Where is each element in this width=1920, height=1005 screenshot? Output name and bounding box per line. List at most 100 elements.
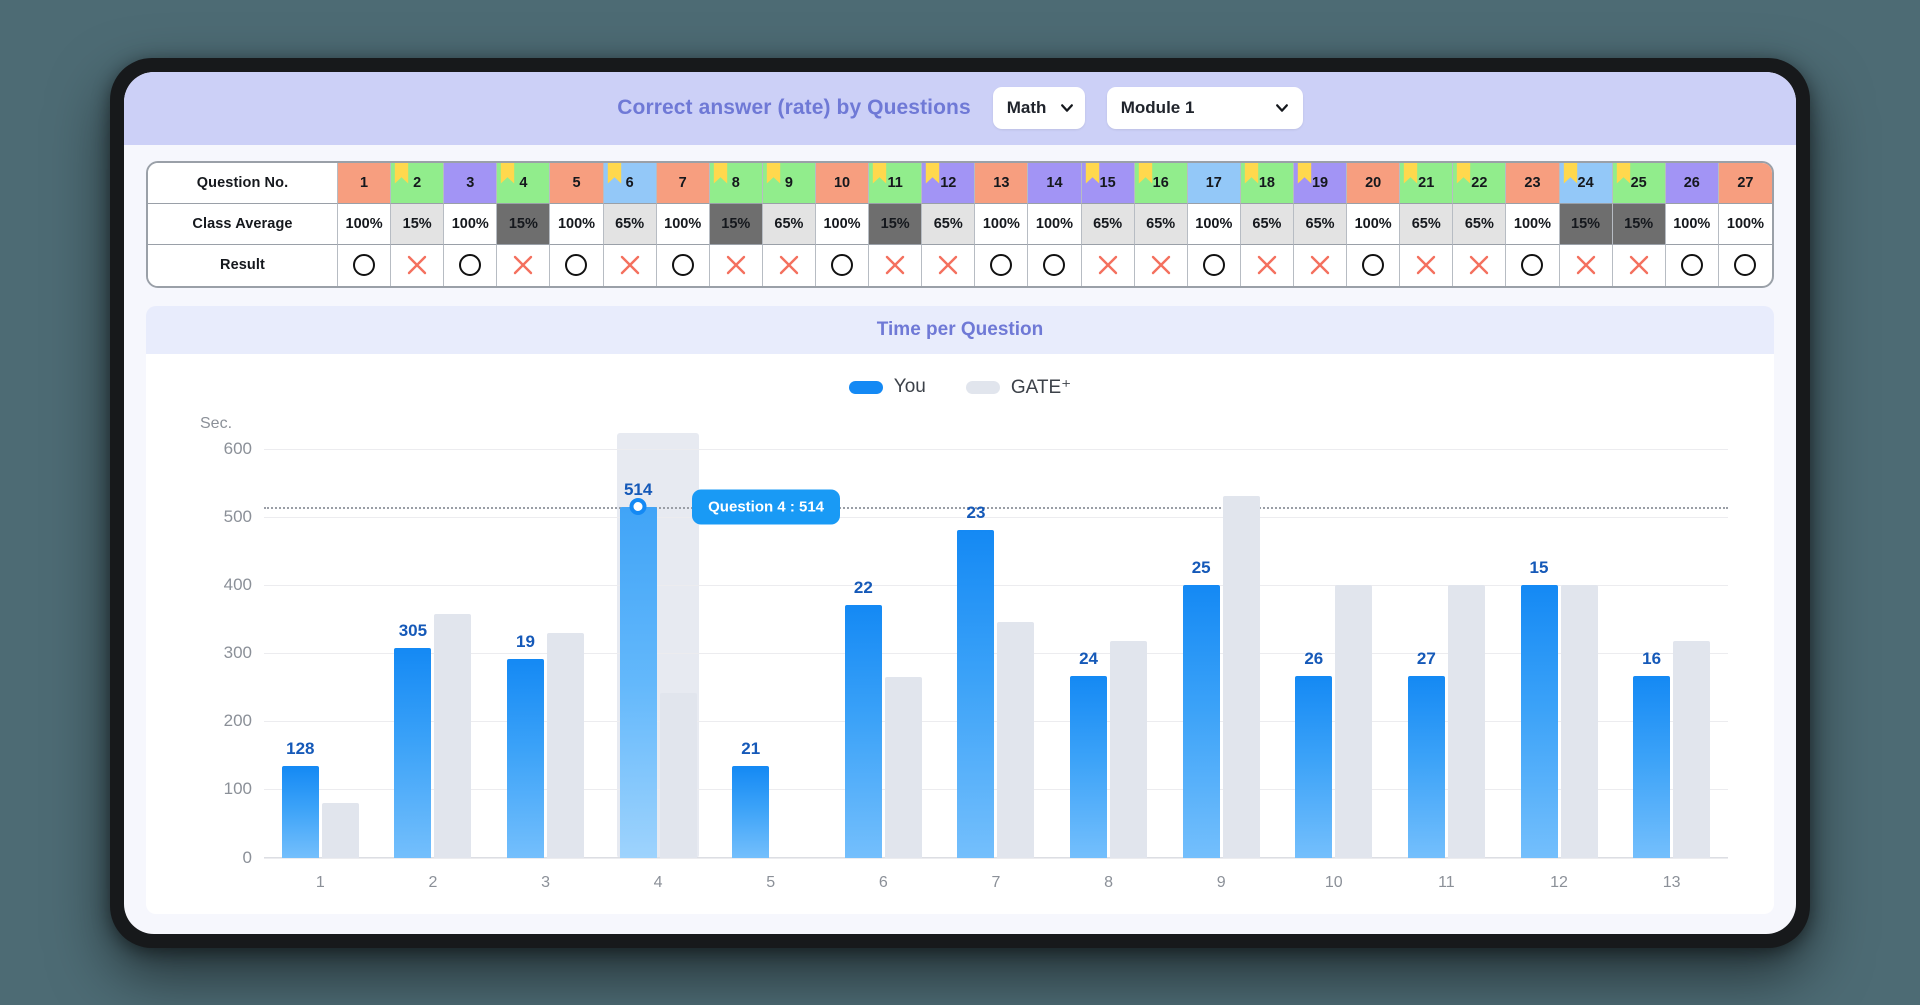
bar-gate[interactable] (1560, 584, 1598, 858)
x-axis-tick-label: 2 (428, 873, 438, 891)
question-no-cell[interactable]: 21 (1400, 162, 1454, 204)
bar-gate[interactable] (1110, 640, 1148, 858)
bar-value-label: 25 (1191, 557, 1211, 577)
class-average-cell: 15% (497, 203, 551, 245)
table-row-class-average: Class Average 100% 15% 100% 15% 100% 65% 100% 1… (148, 203, 1772, 245)
result-correct-icon (1506, 245, 1558, 286)
question-no-cell[interactable]: 26 (1665, 162, 1719, 204)
bookmark-flag-icon (766, 162, 781, 183)
result-cell (1135, 244, 1188, 286)
bar-gate[interactable] (434, 614, 472, 858)
question-no-cell[interactable]: 8 (709, 162, 763, 204)
question-no-cell[interactable]: 27 (1718, 162, 1772, 204)
result-correct-icon (657, 245, 709, 286)
bar-you[interactable]: 24 (1070, 649, 1108, 858)
question-no-cell[interactable]: 14 (1028, 162, 1082, 204)
screen: Correct answer (rate) by Questions Math … (124, 71, 1796, 934)
result-cell (1719, 245, 1772, 286)
result-cell (497, 244, 551, 286)
x-axis-tick-label: 6 (878, 873, 888, 891)
question-no-cell[interactable]: 4 (497, 162, 551, 204)
y-axis-tick-label: 0 (242, 847, 252, 867)
question-no-cell[interactable]: 25 (1612, 162, 1666, 204)
bar-you[interactable]: 514 (619, 480, 657, 858)
question-no-cell[interactable]: 11 (869, 162, 923, 204)
bookmark-flag-icon (1085, 162, 1099, 183)
question-no-cell[interactable]: 17 (1187, 162, 1241, 204)
chevron-down-icon (1061, 104, 1074, 112)
question-no-cell[interactable]: 20 (1347, 162, 1401, 204)
question-no-cell[interactable]: 19 (1293, 162, 1348, 204)
question-no-cell[interactable]: 9 (762, 162, 816, 204)
device-frame: Correct answer (rate) by Questions Math … (110, 57, 1810, 948)
bar-you[interactable]: 15 (1520, 558, 1558, 858)
result-cell (869, 244, 923, 286)
bar-gate[interactable] (884, 676, 922, 858)
bar-you[interactable]: 128 (281, 739, 319, 858)
question-no-cell[interactable]: 2 (391, 162, 445, 204)
question-no-cell[interactable]: 7 (656, 162, 710, 204)
bar-value-label: 19 (516, 632, 535, 652)
question-no-label: 13 (993, 174, 1010, 191)
result-correct-icon (1188, 245, 1240, 286)
reference-line (264, 507, 1728, 510)
bookmark-flag-icon (1403, 162, 1418, 183)
class-average-cell: 15% (1559, 203, 1613, 245)
module-select[interactable]: Module 1 (1106, 87, 1303, 129)
bar-you[interactable]: 27 (1407, 649, 1445, 858)
legend-item[interactable]: GATE⁺ (965, 376, 1071, 399)
result-wrong-icon (1294, 245, 1346, 286)
question-no-cell[interactable]: 13 (975, 162, 1029, 204)
legend-item[interactable]: You (848, 376, 926, 398)
question-no-cell[interactable]: 6 (603, 162, 657, 204)
subject-select[interactable]: Math (992, 87, 1085, 129)
bar-gate[interactable] (1335, 584, 1373, 858)
question-no-cell[interactable]: 15 (1081, 162, 1135, 204)
bar-you[interactable]: 23 (957, 503, 995, 858)
bar-gate[interactable] (997, 622, 1035, 858)
x-axis-tick-label: 1 (315, 873, 325, 891)
question-no-cell[interactable]: 12 (922, 162, 976, 204)
bar-gate[interactable] (1673, 640, 1711, 858)
result-cell (763, 244, 816, 286)
question-no-cell[interactable]: 22 (1453, 162, 1507, 204)
bar-gate[interactable] (1222, 496, 1260, 858)
question-no-cell[interactable]: 1 (338, 162, 392, 204)
legend-swatch-icon (965, 380, 1000, 394)
bar-you[interactable]: 19 (507, 632, 545, 858)
chart-plot-area: Sec. 128 305 19 514 21 22 23 24 25 26 27 15 16 0 100 2… (186, 409, 1734, 914)
question-no-label: 1 (360, 174, 369, 191)
question-no-cell[interactable]: 5 (550, 162, 604, 204)
result-correct-icon (1666, 245, 1718, 286)
bar-you[interactable]: 25 (1182, 558, 1220, 858)
question-no-cell[interactable]: 10 (815, 162, 870, 204)
question-no-label: 22 (1471, 174, 1488, 191)
bar-you[interactable]: 22 (844, 578, 882, 858)
question-no-cell[interactable]: 16 (1134, 162, 1188, 204)
class-average-cell: 100% (1028, 203, 1082, 245)
question-no-cell[interactable]: 3 (444, 162, 498, 204)
bar-gate[interactable] (321, 802, 359, 858)
bar-value-label: 15 (1529, 557, 1549, 577)
bar-you[interactable]: 21 (732, 739, 770, 858)
chevron-down-icon (1275, 104, 1288, 112)
y-axis-tick-label: 300 (223, 643, 252, 662)
class-average-cell: 100% (338, 203, 392, 245)
bookmark-flag-icon (926, 162, 940, 183)
bar-gate[interactable] (659, 692, 697, 858)
y-axis-tick-label: 100 (223, 779, 252, 799)
bar-you[interactable]: 26 (1295, 649, 1333, 858)
bar-gate[interactable] (1447, 584, 1485, 858)
bar-gate[interactable] (547, 632, 585, 858)
bar-you[interactable]: 305 (394, 621, 432, 858)
result-cell (1400, 244, 1454, 286)
question-no-label: 2 (413, 174, 422, 191)
question-no-label: 8 (731, 174, 740, 191)
question-no-cell[interactable]: 24 (1559, 162, 1613, 204)
question-no-cell[interactable]: 23 (1506, 162, 1560, 204)
result-correct-icon (1719, 245, 1772, 286)
question-no-cell[interactable]: 18 (1240, 162, 1294, 204)
bar-you[interactable]: 16 (1633, 649, 1671, 858)
chart-legend: You GATE⁺ (146, 354, 1774, 399)
x-axis-tick-label: 5 (766, 873, 776, 891)
